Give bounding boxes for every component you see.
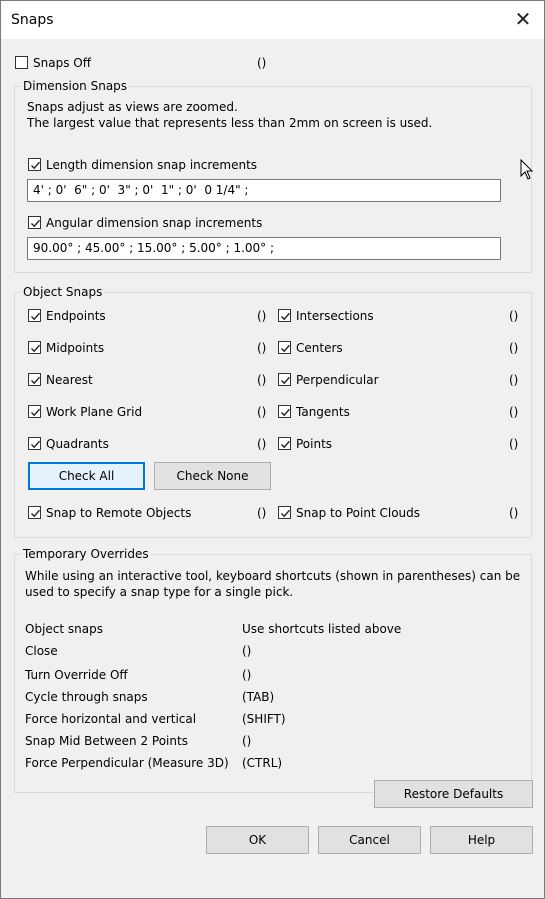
checkmark-icon [281,344,291,353]
override-name: Cycle through snaps [25,690,148,704]
centers-label: Centers [296,341,343,355]
snap-remote-objects-checkbox[interactable] [28,506,41,519]
checkmark-icon [31,509,41,518]
mouse-cursor-icon [520,159,534,180]
override-shortcut: () [242,668,252,682]
override-shortcut: () [242,734,252,748]
points-checkbox[interactable] [278,437,291,450]
override-shortcut: Use shortcuts listed above [242,622,402,636]
centers-shortcut: () [509,341,519,355]
midpoints-shortcut: () [257,341,267,355]
endpoints-checkbox[interactable] [28,309,41,322]
override-name: Snap Mid Between 2 Points [25,734,188,748]
checkmark-icon [31,376,41,385]
quadrants-shortcut: () [257,437,267,451]
check-none-button[interactable]: Check None [154,462,271,490]
angular-snap-label: Angular dimension snap increments [46,216,263,230]
snap-remote-objects-shortcut: () [257,506,267,520]
snaps-off-shortcut: () [257,56,267,70]
temporary-overrides-legend: Temporary Overrides [21,546,151,562]
tangents-shortcut: () [509,405,519,419]
snaps-off-label: Snaps Off [33,56,91,70]
override-name: Close [25,644,58,658]
checkmark-icon [281,509,291,518]
override-name: Turn Override Off [25,668,128,682]
override-name: Object snaps [25,622,103,636]
ok-button[interactable]: OK [206,826,309,854]
midpoints-label: Midpoints [46,341,105,355]
dimension-info-line2: The largest value that represents less t… [27,116,433,130]
points-label: Points [296,437,333,451]
override-name: Force horizontal and vertical [25,712,197,726]
close-icon[interactable]: ✕ [513,9,533,29]
checkmark-icon [31,219,41,228]
tangents-label: Tangents [296,405,350,419]
angular-snap-increments-field[interactable]: 90.00° ; 45.00° ; 15.00° ; 5.00° ; 1.00°… [27,237,501,260]
override-shortcut: () [242,644,252,658]
angular-snap-checkbox[interactable] [28,216,41,229]
perpendicular-checkbox[interactable] [278,373,291,386]
title-bar: Snaps ✕ [1,1,544,39]
restore-defaults-button[interactable]: Restore Defaults [374,780,533,808]
length-snap-increments-field[interactable]: 4' ; 0' 6" ; 0' 3" ; 0' 1" ; 0' 0 1/4" ; [27,179,501,202]
points-shortcut: () [509,437,519,451]
checkmark-icon [31,312,41,321]
nearest-label: Nearest [46,373,93,387]
snap-point-clouds-label: Snap to Point Clouds [296,506,421,520]
checkmark-icon [31,408,41,417]
checkmark-icon [281,440,291,449]
help-button[interactable]: Help [430,826,533,854]
snaps-dialog: Snaps ✕ Snaps Off () Dimension Snaps Sna… [0,0,545,899]
overrides-info-line1: While using an interactive tool, keyboar… [25,569,521,583]
midpoints-checkbox[interactable] [28,341,41,354]
intersections-shortcut: () [509,309,519,323]
cancel-button[interactable]: Cancel [318,826,421,854]
overrides-info-line2: used to specify a snap type for a single… [25,585,294,599]
object-snaps-legend: Object Snaps [21,284,105,300]
checkmark-icon [281,312,291,321]
perpendicular-shortcut: () [509,373,519,387]
endpoints-label: Endpoints [46,309,106,323]
checkmark-icon [281,408,291,417]
intersections-checkbox[interactable] [278,309,291,322]
work-plane-grid-shortcut: () [257,405,267,419]
perpendicular-label: Perpendicular [296,373,379,387]
length-snap-label: Length dimension snap increments [46,158,258,172]
tangents-checkbox[interactable] [278,405,291,418]
snaps-off-checkbox[interactable] [15,56,28,69]
intersections-label: Intersections [296,309,374,323]
override-name: Force Perpendicular (Measure 3D) [25,756,229,770]
length-snap-checkbox[interactable] [28,158,41,171]
snap-point-clouds-shortcut: () [509,506,519,520]
check-all-button[interactable]: Check All [28,462,145,490]
centers-checkbox[interactable] [278,341,291,354]
endpoints-shortcut: () [257,309,267,323]
dimension-snaps-legend: Dimension Snaps [21,78,130,94]
checkmark-icon [31,344,41,353]
checkmark-icon [31,161,41,170]
checkmark-icon [281,376,291,385]
quadrants-label: Quadrants [46,437,109,451]
work-plane-grid-label: Work Plane Grid [46,405,143,419]
snap-remote-objects-label: Snap to Remote Objects [46,506,192,520]
window-title: Snaps [11,12,54,28]
quadrants-checkbox[interactable] [28,437,41,450]
override-shortcut: (CTRL) [242,756,283,770]
override-shortcut: (TAB) [242,690,275,704]
dimension-info-line1: Snaps adjust as views are zoomed. [27,100,238,114]
work-plane-grid-checkbox[interactable] [28,405,41,418]
checkmark-icon [31,440,41,449]
nearest-checkbox[interactable] [28,373,41,386]
nearest-shortcut: () [257,373,267,387]
override-shortcut: (SHIFT) [242,712,286,726]
snap-point-clouds-checkbox[interactable] [278,506,291,519]
